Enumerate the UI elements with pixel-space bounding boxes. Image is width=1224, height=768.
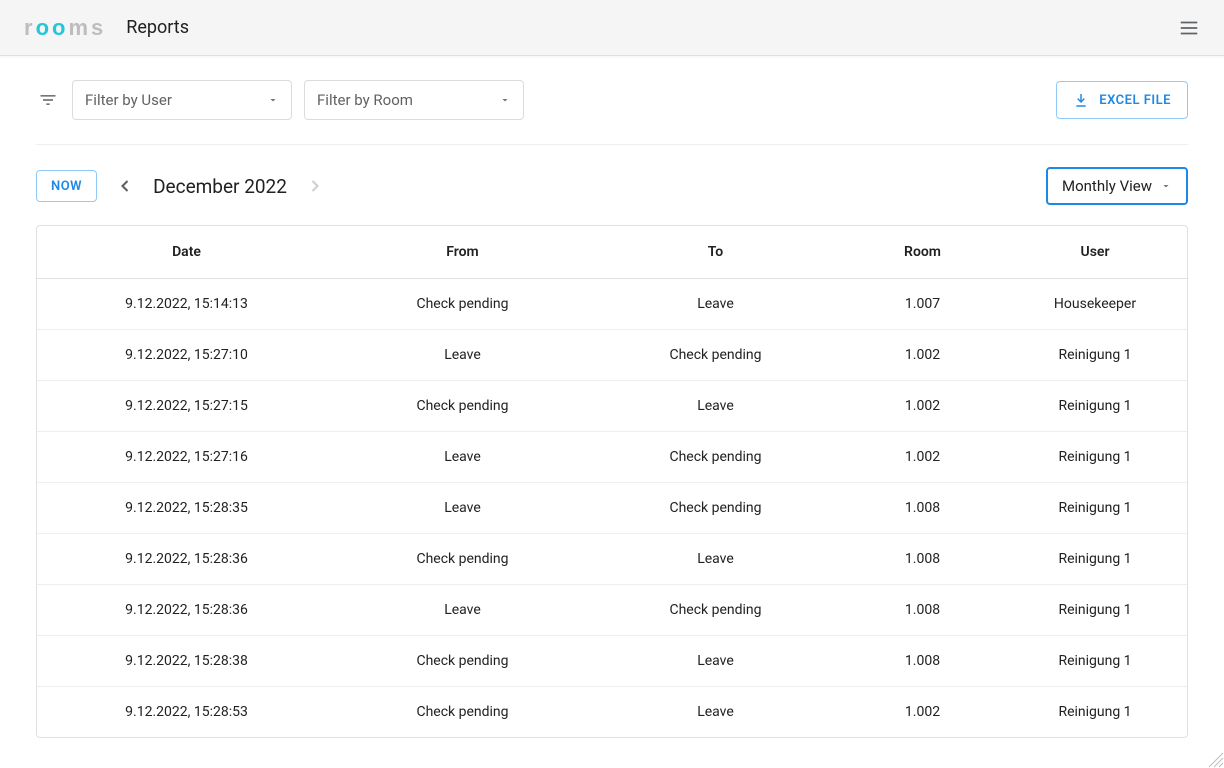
cell-to: Leave [589, 381, 842, 432]
caret-down-icon [267, 94, 279, 106]
table-row: 9.12.2022, 15:27:15Check pendingLeave1.0… [37, 381, 1187, 432]
cell-date: 9.12.2022, 15:28:53 [37, 687, 336, 738]
filter-bar: Filter by User Filter by Room EXCEL FILE [36, 80, 1188, 145]
cell-to: Leave [589, 279, 842, 330]
cell-room: 1.008 [842, 636, 1003, 687]
prev-month-button[interactable] [111, 172, 139, 200]
cell-date: 9.12.2022, 15:28:36 [37, 585, 336, 636]
cell-to: Check pending [589, 483, 842, 534]
now-button[interactable]: NOW [36, 170, 97, 202]
filter-user-label: Filter by User [85, 91, 172, 109]
cell-from: Leave [336, 483, 589, 534]
cell-room: 1.002 [842, 330, 1003, 381]
table-row: 9.12.2022, 15:28:36Check pendingLeave1.0… [37, 534, 1187, 585]
now-label: NOW [51, 179, 82, 194]
current-month-label: December 2022 [153, 175, 287, 198]
cell-from: Check pending [336, 381, 589, 432]
table-row: 9.12.2022, 15:27:10LeaveCheck pending1.0… [37, 330, 1187, 381]
cell-to: Check pending [589, 585, 842, 636]
table-row: 9.12.2022, 15:28:38Check pendingLeave1.0… [37, 636, 1187, 687]
cell-from: Leave [336, 432, 589, 483]
filter-icon [36, 88, 60, 112]
view-mode-select[interactable]: Monthly View [1046, 167, 1188, 205]
next-month-button[interactable] [301, 172, 329, 200]
cell-user: Reinigung 1 [1003, 483, 1187, 534]
col-header-room: Room [842, 226, 1003, 279]
cell-room: 1.008 [842, 534, 1003, 585]
export-excel-button[interactable]: EXCEL FILE [1056, 81, 1188, 119]
cell-user: Reinigung 1 [1003, 330, 1187, 381]
cell-date: 9.12.2022, 15:27:16 [37, 432, 336, 483]
caret-down-icon [1160, 180, 1172, 192]
cell-room: 1.008 [842, 585, 1003, 636]
page-title: Reports [126, 17, 189, 38]
chevron-left-icon [115, 176, 135, 196]
cell-room: 1.002 [842, 687, 1003, 738]
cell-from: Leave [336, 585, 589, 636]
cell-from: Check pending [336, 534, 589, 585]
appbar-left: rooms Reports [24, 15, 189, 41]
hamburger-menu-button[interactable] [1178, 17, 1200, 39]
cell-to: Leave [589, 534, 842, 585]
caret-down-icon [499, 94, 511, 106]
logo-text-suffix: ms [68, 15, 106, 40]
cell-date: 9.12.2022, 15:28:36 [37, 534, 336, 585]
cell-from: Leave [336, 330, 589, 381]
filter-room-label: Filter by Room [317, 91, 413, 109]
view-mode-label: Monthly View [1062, 177, 1152, 195]
cell-user: Housekeeper [1003, 279, 1187, 330]
hamburger-icon [1178, 17, 1200, 39]
cell-to: Check pending [589, 432, 842, 483]
cell-to: Leave [589, 636, 842, 687]
cell-user: Reinigung 1 [1003, 381, 1187, 432]
export-excel-label: EXCEL FILE [1099, 93, 1171, 108]
table-header-row: Date From To Room User [37, 226, 1187, 279]
cell-date: 9.12.2022, 15:27:10 [37, 330, 336, 381]
cell-user: Reinigung 1 [1003, 636, 1187, 687]
app-logo: rooms [24, 15, 106, 41]
cell-to: Check pending [589, 330, 842, 381]
cell-user: Reinigung 1 [1003, 687, 1187, 738]
cell-from: Check pending [336, 687, 589, 738]
calendar-nav: NOW December 2022 Monthly View [36, 145, 1188, 225]
download-icon [1073, 92, 1089, 108]
cell-from: Check pending [336, 279, 589, 330]
col-header-date: Date [37, 226, 336, 279]
table-row: 9.12.2022, 15:28:53Check pendingLeave1.0… [37, 687, 1187, 738]
table-row: 9.12.2022, 15:28:35LeaveCheck pending1.0… [37, 483, 1187, 534]
reports-table: Date From To Room User 9.12.2022, 15:14:… [37, 226, 1187, 737]
cell-room: 1.008 [842, 483, 1003, 534]
chevron-right-icon [305, 176, 325, 196]
col-header-from: From [336, 226, 589, 279]
col-header-user: User [1003, 226, 1187, 279]
appbar: rooms Reports [0, 0, 1224, 56]
cell-date: 9.12.2022, 15:14:13 [37, 279, 336, 330]
cell-user: Reinigung 1 [1003, 534, 1187, 585]
table-row: 9.12.2022, 15:27:16LeaveCheck pending1.0… [37, 432, 1187, 483]
cell-date: 9.12.2022, 15:27:15 [37, 381, 336, 432]
reports-table-container: Date From To Room User 9.12.2022, 15:14:… [36, 225, 1188, 738]
cell-room: 1.007 [842, 279, 1003, 330]
table-row: 9.12.2022, 15:28:36LeaveCheck pending1.0… [37, 585, 1187, 636]
logo-text-mid: oo [36, 15, 69, 40]
filter-by-user-select[interactable]: Filter by User [72, 80, 292, 120]
cell-user: Reinigung 1 [1003, 432, 1187, 483]
cell-user: Reinigung 1 [1003, 585, 1187, 636]
filter-by-room-select[interactable]: Filter by Room [304, 80, 524, 120]
logo-text-prefix: r [24, 15, 36, 40]
cell-date: 9.12.2022, 15:28:35 [37, 483, 336, 534]
cell-date: 9.12.2022, 15:28:38 [37, 636, 336, 687]
table-row: 9.12.2022, 15:14:13Check pendingLeave1.0… [37, 279, 1187, 330]
cell-from: Check pending [336, 636, 589, 687]
cell-to: Leave [589, 687, 842, 738]
cell-room: 1.002 [842, 432, 1003, 483]
col-header-to: To [589, 226, 842, 279]
cell-room: 1.002 [842, 381, 1003, 432]
page-content: Filter by User Filter by Room EXCEL FILE… [0, 56, 1224, 762]
